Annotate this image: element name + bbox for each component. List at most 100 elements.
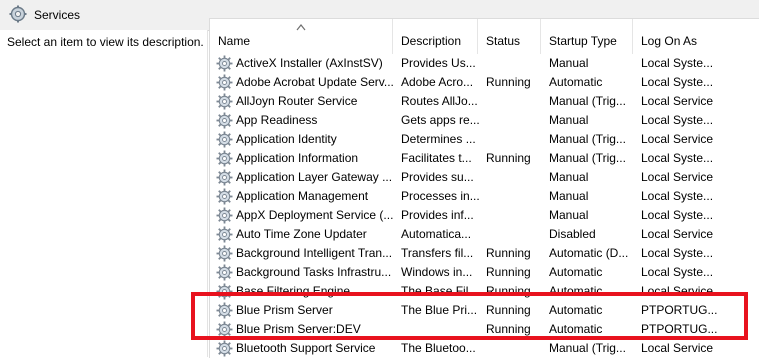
service-name: Base Filtering Engine bbox=[236, 284, 351, 298]
service-row[interactable]: Application Information Facilitates t... R… bbox=[210, 149, 759, 168]
service-gear-icon bbox=[216, 112, 233, 129]
service-startup-type: Automatic bbox=[549, 303, 603, 317]
service-description bbox=[401, 320, 479, 339]
service-row[interactable]: Blue Prism Server The Blue Pri... Running A… bbox=[210, 301, 759, 320]
service-name: Bluetooth Support Service bbox=[236, 341, 376, 355]
column-label: Log On As bbox=[641, 34, 698, 48]
service-status: Running bbox=[486, 303, 531, 317]
column-header-status[interactable]: Status bbox=[478, 19, 541, 54]
service-log-on-as: Local Syste... bbox=[641, 189, 714, 203]
service-description: The Bluetoo... bbox=[401, 341, 476, 355]
service-gear-icon bbox=[216, 188, 233, 205]
service-description: Facilitates t... bbox=[401, 151, 472, 165]
service-status bbox=[486, 54, 542, 73]
service-log-on-as: Local Service bbox=[641, 227, 714, 241]
service-startup-type: Manual (Trig... bbox=[549, 132, 626, 146]
service-status: Running bbox=[486, 246, 531, 260]
service-startup-type: Automatic bbox=[549, 322, 603, 336]
service-gear-icon bbox=[216, 321, 233, 338]
service-startup-type: Manual bbox=[549, 113, 589, 127]
service-gear-icon bbox=[216, 283, 233, 300]
service-gear-icon bbox=[216, 340, 233, 357]
service-startup-type: Automatic bbox=[549, 284, 603, 298]
column-header-description[interactable]: Description bbox=[393, 19, 478, 54]
service-log-on-as: Local Service bbox=[641, 170, 714, 184]
service-status bbox=[486, 339, 542, 358]
service-log-on-as: Local Syste... bbox=[641, 151, 714, 165]
service-name: AppX Deployment Service (... bbox=[236, 208, 394, 222]
service-description: Provides Us... bbox=[401, 56, 476, 70]
service-row[interactable]: Application Identity Determines ... Manual… bbox=[210, 130, 759, 149]
column-label: Status bbox=[486, 34, 521, 48]
service-startup-type: Manual bbox=[549, 56, 589, 70]
service-description: Transfers fil... bbox=[401, 246, 474, 260]
service-name: Application Information bbox=[236, 151, 359, 165]
service-startup-type: Automatic (D... bbox=[549, 246, 629, 260]
service-gear-icon bbox=[216, 131, 233, 148]
service-gear-icon bbox=[216, 226, 233, 243]
service-startup-type: Manual bbox=[549, 170, 589, 184]
column-header-log-on-as[interactable]: Log On As bbox=[633, 19, 759, 54]
service-row[interactable]: ActiveX Installer (AxInstSV) Provides Us.… bbox=[210, 54, 759, 73]
services-rows: ActiveX Installer (AxInstSV) Provides Us.… bbox=[210, 54, 759, 358]
service-status bbox=[486, 187, 542, 206]
service-row[interactable]: App Readiness Gets apps re... Manual Local … bbox=[210, 111, 759, 130]
service-gear-icon bbox=[216, 74, 233, 91]
service-name: Background Intelligent Tran... bbox=[236, 246, 393, 260]
column-label: Description bbox=[401, 34, 462, 48]
service-description: The Base Fil... bbox=[401, 284, 479, 298]
service-startup-type: Automatic bbox=[549, 265, 603, 279]
service-log-on-as: Local Syste... bbox=[641, 113, 714, 127]
service-row[interactable]: Application Management Processes in... Man… bbox=[210, 187, 759, 206]
service-name: AllJoyn Router Service bbox=[236, 94, 358, 108]
service-row[interactable]: AllJoyn Router Service Routes AllJo... Man… bbox=[210, 92, 759, 111]
service-gear-icon bbox=[216, 302, 233, 319]
column-header-row: Name Description Status Startup Type Log… bbox=[210, 19, 759, 54]
window-title: Services bbox=[34, 8, 81, 22]
service-status: Running bbox=[486, 322, 531, 336]
service-gear-icon bbox=[216, 169, 233, 186]
service-log-on-as: Local Service bbox=[641, 132, 714, 146]
service-gear-icon bbox=[216, 245, 233, 262]
description-pane: Select an item to view its description. bbox=[0, 30, 208, 357]
service-description: Determines ... bbox=[401, 132, 476, 146]
service-name: Adobe Acrobat Update Serv... bbox=[236, 75, 394, 89]
service-description: Adobe Acro... bbox=[401, 75, 474, 89]
service-startup-type: Manual bbox=[549, 189, 589, 203]
service-gear-icon bbox=[216, 55, 233, 72]
service-status: Running bbox=[486, 151, 531, 165]
service-row[interactable]: Auto Time Zone Updater Automatica... Disab… bbox=[210, 225, 759, 244]
service-description: Provides inf... bbox=[401, 208, 474, 222]
service-name: Blue Prism Server bbox=[236, 303, 333, 317]
service-log-on-as: Local Service bbox=[641, 94, 714, 108]
service-description: Processes in... bbox=[401, 189, 479, 203]
service-log-on-as: Local Service bbox=[641, 341, 714, 355]
service-log-on-as: PTPORTUG... bbox=[641, 303, 718, 317]
service-startup-type: Manual bbox=[549, 208, 589, 222]
service-row[interactable]: Application Layer Gateway ... Provides su… bbox=[210, 168, 759, 187]
service-row[interactable]: Base Filtering Engine The Base Fil... Runn… bbox=[210, 282, 759, 301]
service-startup-type: Manual (Trig... bbox=[549, 94, 626, 108]
service-description: Routes AllJo... bbox=[401, 94, 478, 108]
service-gear-icon bbox=[216, 207, 233, 224]
services-list[interactable]: Name Description Status Startup Type Log… bbox=[209, 18, 759, 358]
column-header-startup-type[interactable]: Startup Type bbox=[541, 19, 633, 54]
service-row[interactable]: Adobe Acrobat Update Serv... Adobe Acro..… bbox=[210, 73, 759, 92]
service-row[interactable]: Blue Prism Server:DEV Running Automatic PTP… bbox=[210, 320, 759, 339]
service-name: Auto Time Zone Updater bbox=[236, 227, 367, 241]
description-text: Select an item to view its description. bbox=[7, 35, 204, 49]
service-row[interactable]: AppX Deployment Service (... Provides inf… bbox=[210, 206, 759, 225]
service-startup-type: Automatic bbox=[549, 75, 603, 89]
service-name: Application Layer Gateway ... bbox=[236, 170, 393, 184]
service-gear-icon bbox=[216, 264, 233, 281]
service-startup-type: Disabled bbox=[549, 227, 596, 241]
service-row[interactable]: Background Intelligent Tran... Transfers … bbox=[210, 244, 759, 263]
service-row[interactable]: Background Tasks Infrastru... Windows in.… bbox=[210, 263, 759, 282]
service-row[interactable]: Bluetooth Support Service The Bluetoo... M… bbox=[210, 339, 759, 358]
service-status bbox=[486, 111, 542, 130]
service-gear-icon bbox=[216, 93, 233, 110]
service-log-on-as: Local Syste... bbox=[641, 246, 714, 260]
column-header-name[interactable]: Name bbox=[210, 19, 393, 54]
service-status bbox=[486, 168, 542, 187]
service-log-on-as: Local Syste... bbox=[641, 56, 714, 70]
